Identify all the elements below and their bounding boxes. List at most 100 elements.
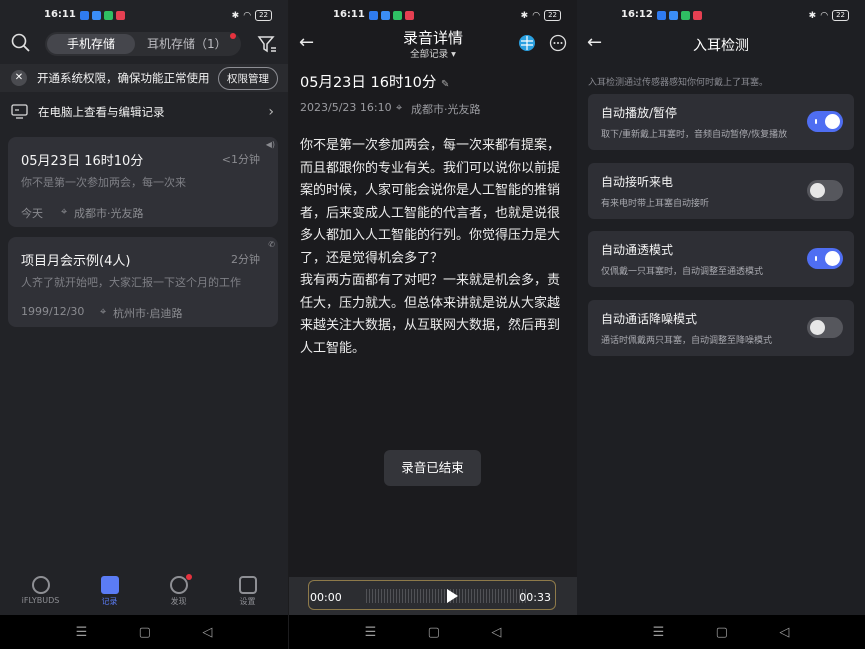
system-nav-bar: ☰ ▢ ◁ [0,615,288,649]
notification-dot [185,574,192,580]
home-nav-icon[interactable]: ▢ [716,625,728,640]
record-location: 成都市·光友路 [411,103,481,116]
status-right: ✱ ◠ 22 [521,10,561,21]
app-icon [657,11,666,20]
transcript-paragraph: 你不是第一次参加两会，每一次来都有提案，而且都跟你的专业有关。我们可以说你以前提… [300,138,561,266]
location-pin-icon: ⌖ [100,305,107,318]
phone-icon: ✆ [268,240,275,249]
home-nav-icon[interactable]: ▢ [139,625,151,640]
back-nav-icon[interactable]: ◁ [491,625,501,640]
menu-nav-icon[interactable]: ☰ [653,625,665,640]
notification-dot [230,33,236,39]
filter-icon[interactable] [257,34,277,54]
edit-icon[interactable]: ✎ [441,79,449,90]
tab-phone-storage[interactable]: 手机存储 [47,34,135,54]
setting-description: 取下/重新戴上耳塞时，音频自动暂停/恢复播放 [601,130,788,140]
record-title: 05月23日 16时10分 [21,154,144,169]
iflybuds-icon [31,576,50,594]
battery-icon: 22 [832,10,849,21]
wifi-icon: ◠ [532,10,541,21]
wifi-icon: ◠ [820,10,829,21]
record-title: 05月23日 16时10分 ✎ [300,71,449,92]
back-nav-icon[interactable]: ◁ [202,625,212,640]
play-icon[interactable] [447,589,458,603]
tab-iflybuds[interactable]: iFLYBUDS [11,573,71,615]
tab-label: 设置 [239,597,256,606]
battery-icon: 22 [544,10,561,21]
record-datetime: 2023/5/23 16:10 [300,101,392,114]
setting-description: 仅佩戴一只耳塞时，自动调整至通透模式 [601,267,764,277]
bluetooth-icon: ✱ [520,10,529,21]
app-icon [92,11,101,20]
toggle-switch[interactable] [807,248,843,269]
translate-icon[interactable] [518,34,536,52]
tab-earbud-storage[interactable]: 耳机存储（1） [147,34,227,54]
more-icon[interactable] [549,34,567,52]
wifi-icon: ◠ [243,10,252,21]
notification-icons [657,11,702,20]
tab-discover[interactable]: 发现 [149,573,209,615]
menu-nav-icon[interactable]: ☰ [76,625,88,640]
setting-auto-call-noise-reduction: 自动通话降噪模式 通话时佩戴两只耳塞，自动调整至降噪模式 [588,300,854,356]
current-time: 00:00 [310,591,342,604]
notification-icons [80,11,125,20]
record-date: 1999/12/30 [21,305,85,318]
toggle-knob [810,183,825,198]
status-time: 16:11 [44,9,76,20]
audio-icon: ◀) [265,140,275,149]
app-icon [681,11,690,20]
record-location: 成都市·光友路 [74,207,144,220]
view-on-pc-row[interactable]: 在电脑上查看与编辑记录 › [0,98,288,126]
status-time: 16:11 [333,9,365,20]
toggle-knob [810,320,825,335]
record-date: 今天 [21,207,43,220]
toggle-switch[interactable] [807,180,843,201]
bluetooth-icon: ✱ [808,10,817,21]
record-duration: 2分钟 [231,253,260,266]
setting-description: 通话时佩戴两只耳塞，自动调整至降噪模式 [601,336,773,346]
toggle-switch[interactable] [807,111,843,132]
audio-player: 00:00 00:33 [289,577,577,615]
status-right: ✱ ◠ 22 [232,10,272,21]
transcript: 你不是第一次参加两会，每一次来都有提案，而且都跟你的专业有关。我们可以说你以前提… [300,135,570,360]
menu-nav-icon[interactable]: ☰ [365,625,377,640]
record-duration: <1分钟 [221,153,260,166]
record-card[interactable]: 05月23日 16时10分 <1分钟 ◀) 你不是第一次参加两会，每一次来 今天… [8,137,278,227]
settings-icon [238,576,257,594]
record-card[interactable]: 项目月会示例(4人) 2分钟 ✆ 人齐了就开始吧，大家汇报一下这个月的工作 19… [8,237,278,327]
storage-segmented-control: 手机存储 耳机存储（1） [45,32,241,56]
tab-records[interactable]: 记录 [80,573,140,615]
toggle-switch[interactable] [807,317,843,338]
caret-down-icon: ▾ [451,49,456,60]
setting-auto-transparency: 自动通透模式 仅佩戴一只耳塞时，自动调整至通透模式 [588,231,854,287]
home-nav-icon[interactable]: ▢ [428,625,440,640]
permission-manage-button[interactable]: 权限管理 [218,66,278,90]
tab-settings[interactable]: 设置 [218,573,278,615]
close-icon[interactable]: ✕ [11,70,27,86]
app-icon [80,11,89,20]
compass-icon [169,576,188,594]
location-pin-icon: ⌖ [61,205,68,218]
record-title-text: 05月23日 16时10分 [300,75,437,91]
location-pin-icon: ⌖ [396,101,403,114]
player-track[interactable]: 00:00 00:33 [308,580,556,610]
app-icon [669,11,678,20]
toggle-knob [825,114,840,129]
page-title: 入耳检测 [693,38,749,54]
record-title: 项目月会示例(4人) [21,254,131,269]
battery-icon: 22 [255,10,272,21]
status-bar: 16:11 ✱ ◠ 22 [0,6,288,26]
record-preview: 人齐了就开始吧，大家汇报一下这个月的工作 [21,276,241,289]
setting-description: 有来电时带上耳塞自动接听 [601,199,710,209]
app-icon [104,11,113,20]
search-icon[interactable] [11,33,31,53]
setting-auto-play-pause: 自动播放/暂停 取下/重新戴上耳塞时，音频自动暂停/恢复播放 [588,94,854,150]
back-nav-icon[interactable]: ◁ [779,625,789,640]
bottom-tab-bar: iFLYBUDS 记录 发现 设置 [0,573,288,615]
section-hint: 入耳检测通过传感器感知你何时戴上了耳塞。 [588,78,769,88]
filter-label: 全部记录 [410,49,449,60]
app-icon [405,11,414,20]
tab-label: iFLYBUDS [21,596,60,605]
setting-label: 自动通话降噪模式 [601,312,698,326]
system-nav-bar: ☰ ▢ ◁ [577,615,865,649]
